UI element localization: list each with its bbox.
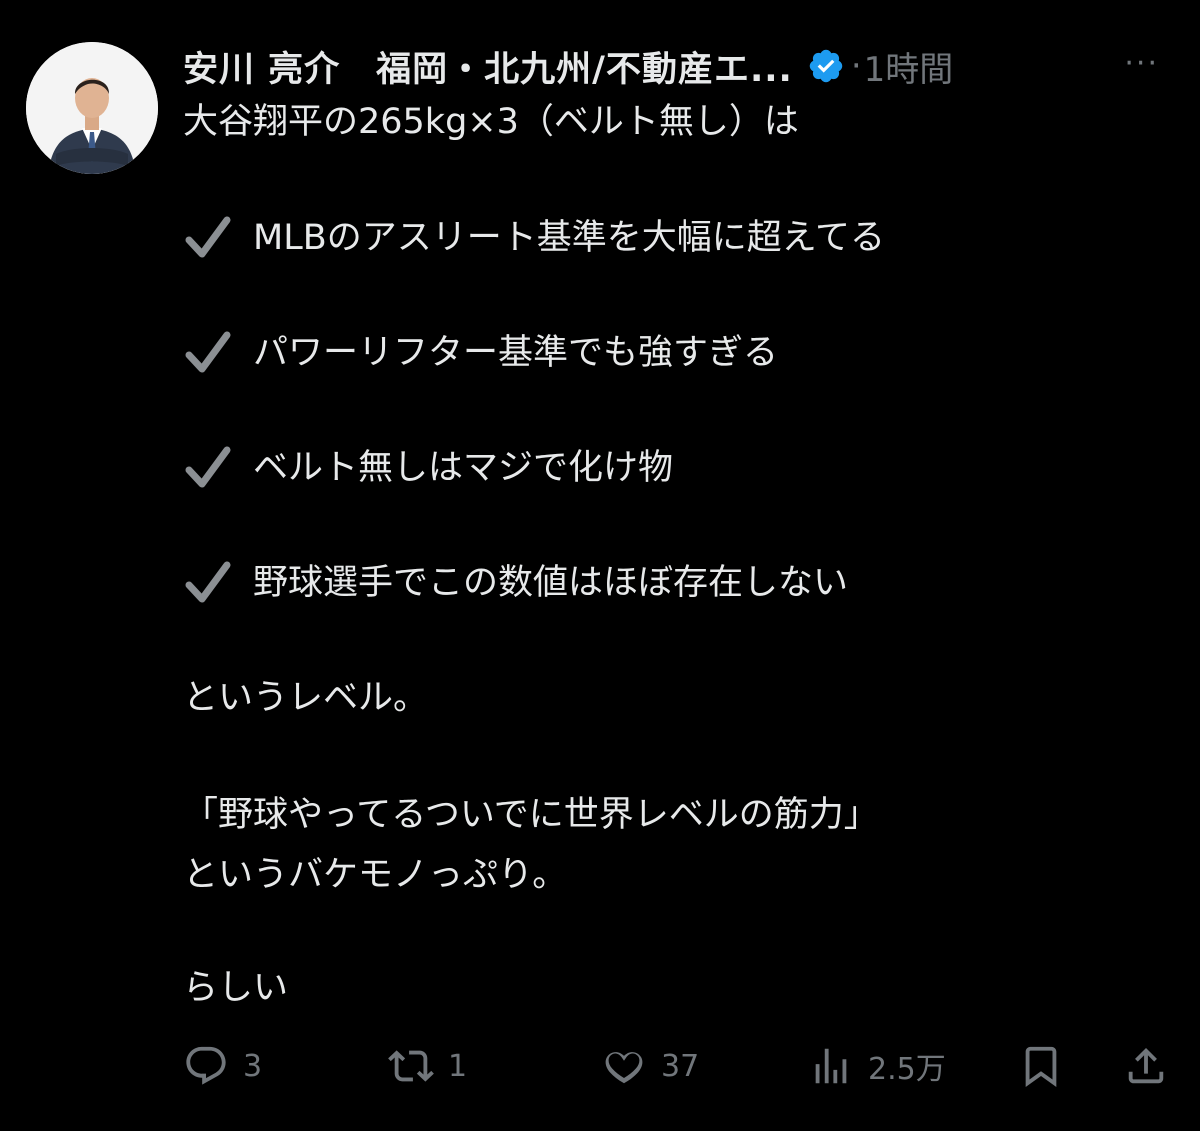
- post-text-line: 大谷翔平の265kg×3（ベルト無し）は: [183, 102, 799, 142]
- repost-icon: [388, 1050, 434, 1082]
- action-bar: 3 1 37 2.5万: [183, 1038, 1183, 1094]
- check-icon: [185, 446, 231, 488]
- heart-icon: [605, 1052, 643, 1084]
- check-item-text: MLBのアスリート基準を大幅に超えてる: [253, 218, 885, 258]
- like-button[interactable]: 37: [601, 1038, 699, 1094]
- check-item: MLBのアスリート基準を大幅に超えてる: [183, 216, 885, 260]
- verified-badge-icon: [809, 49, 843, 83]
- check-item-text: 野球選手でこの数値はほぼ存在しない: [253, 563, 849, 603]
- reply-button[interactable]: 3: [183, 1038, 262, 1094]
- share-button[interactable]: [1123, 1038, 1169, 1094]
- more-icon[interactable]: ···: [1124, 46, 1159, 81]
- post-text-line: らしい: [183, 968, 289, 1008]
- bookmark-button[interactable]: [1018, 1038, 1064, 1094]
- repost-count: 1: [448, 1048, 468, 1084]
- reply-count: 3: [243, 1048, 263, 1084]
- post-text-line: というレベル。: [183, 678, 429, 718]
- like-count: 37: [661, 1048, 700, 1084]
- avatar[interactable]: [26, 42, 158, 174]
- check-icon: [185, 561, 231, 603]
- check-item-text: パワーリフター基準でも強すぎる: [253, 333, 779, 373]
- post-text-line: というバケモノっぷり。: [183, 855, 568, 895]
- check-icon: [185, 216, 231, 258]
- check-icon: [185, 331, 231, 373]
- share-icon: [1128, 1047, 1164, 1084]
- post-header: 安川 亮介 福岡・北九州/不動産エ... · 1時間 ···: [183, 38, 1183, 94]
- check-item: ベルト無しはマジで化け物: [183, 446, 673, 490]
- views-icon: [815, 1048, 847, 1084]
- bookmark-icon: [1025, 1046, 1057, 1087]
- check-item: パワーリフター基準でも強すぎる: [183, 331, 778, 375]
- views-button[interactable]: 2.5万: [808, 1038, 946, 1094]
- check-item-text: ベルト無しはマジで化け物: [253, 448, 674, 488]
- views-count: 2.5万: [868, 1052, 946, 1087]
- reply-icon: [186, 1046, 226, 1085]
- post-time[interactable]: 1時間: [864, 42, 954, 91]
- author-name[interactable]: 安川 亮介 福岡・北九州/不動産エ...: [183, 41, 793, 92]
- repost-button[interactable]: 1: [388, 1038, 467, 1094]
- check-item: 野球選手でこの数値はほぼ存在しない: [183, 561, 848, 605]
- post-text-line: 「野球やってるついでに世界レベルの筋力」: [183, 795, 879, 835]
- separator-dot: ·: [850, 46, 862, 86]
